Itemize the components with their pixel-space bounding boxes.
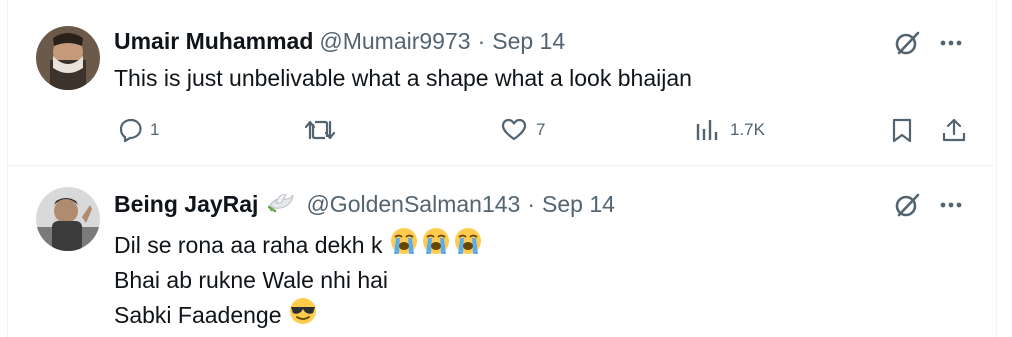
tweet-top-icons (892, 190, 963, 225)
reply-button[interactable]: 1 (116, 116, 159, 144)
tweet-line: Dil se rona aa raha dekh k (114, 232, 383, 258)
author-handle[interactable]: @Mumair9973 (319, 28, 470, 55)
tweet-header: Umair Muhammad @Mumair9973 · Sep 14 (114, 27, 565, 55)
author-handle[interactable]: @GoldenSalman143 (306, 191, 520, 218)
crying-emoji (389, 226, 485, 264)
avatar[interactable] (36, 187, 100, 251)
tweet-header: Being JayRaj @GoldenSalman143 · Sep 14 (114, 190, 615, 218)
tweet-line: Sabki Faadenge (114, 302, 282, 328)
more-icon[interactable] (939, 31, 963, 60)
tweet-actions: 1 7 1.7K (0, 116, 987, 148)
separator: · (527, 190, 535, 217)
dove-emoji (266, 191, 296, 217)
tweet-line: Bhai ab rukne Wale nhi hai (114, 267, 389, 293)
reply-count: 1 (150, 120, 160, 139)
tweet-text: Dil se rona aa raha dekh k Bhai ab rukne… (114, 226, 485, 334)
share-button[interactable] (940, 116, 968, 144)
like-count: 7 (536, 120, 546, 139)
avatar[interactable] (36, 26, 100, 90)
separator: · (477, 27, 486, 54)
views-button[interactable]: 1.7K (694, 116, 765, 144)
more-icon[interactable] (939, 193, 963, 222)
views-icon (694, 116, 722, 144)
tweet-top-icons (892, 28, 963, 63)
tweet-text: This is just unbelivable what a shape wh… (114, 62, 692, 94)
sunglasses-emoji (288, 296, 318, 334)
tweet-date[interactable]: Sep 14 (492, 28, 565, 55)
share-icon (940, 116, 968, 144)
views-count: 1.7K (730, 120, 765, 139)
tweet-line-row: Sabki Faadenge (114, 296, 485, 334)
reply-icon (116, 116, 144, 144)
tweet-date[interactable]: Sep 14 (542, 191, 615, 218)
tweet-line-row: Dil se rona aa raha dekh k (114, 226, 485, 264)
repost-button[interactable] (304, 116, 336, 144)
tweet-line: This is just unbelivable what a shape wh… (114, 65, 692, 91)
grok-icon[interactable] (892, 28, 922, 63)
repost-icon (304, 116, 336, 144)
like-button[interactable]: 7 (500, 116, 545, 144)
bookmark-icon (888, 116, 916, 144)
author-name[interactable]: Being JayRaj (114, 191, 258, 218)
like-icon (500, 116, 528, 144)
grok-icon[interactable] (892, 190, 922, 225)
bookmark-button[interactable] (888, 116, 916, 144)
author-name[interactable]: Umair Muhammad (114, 28, 313, 55)
